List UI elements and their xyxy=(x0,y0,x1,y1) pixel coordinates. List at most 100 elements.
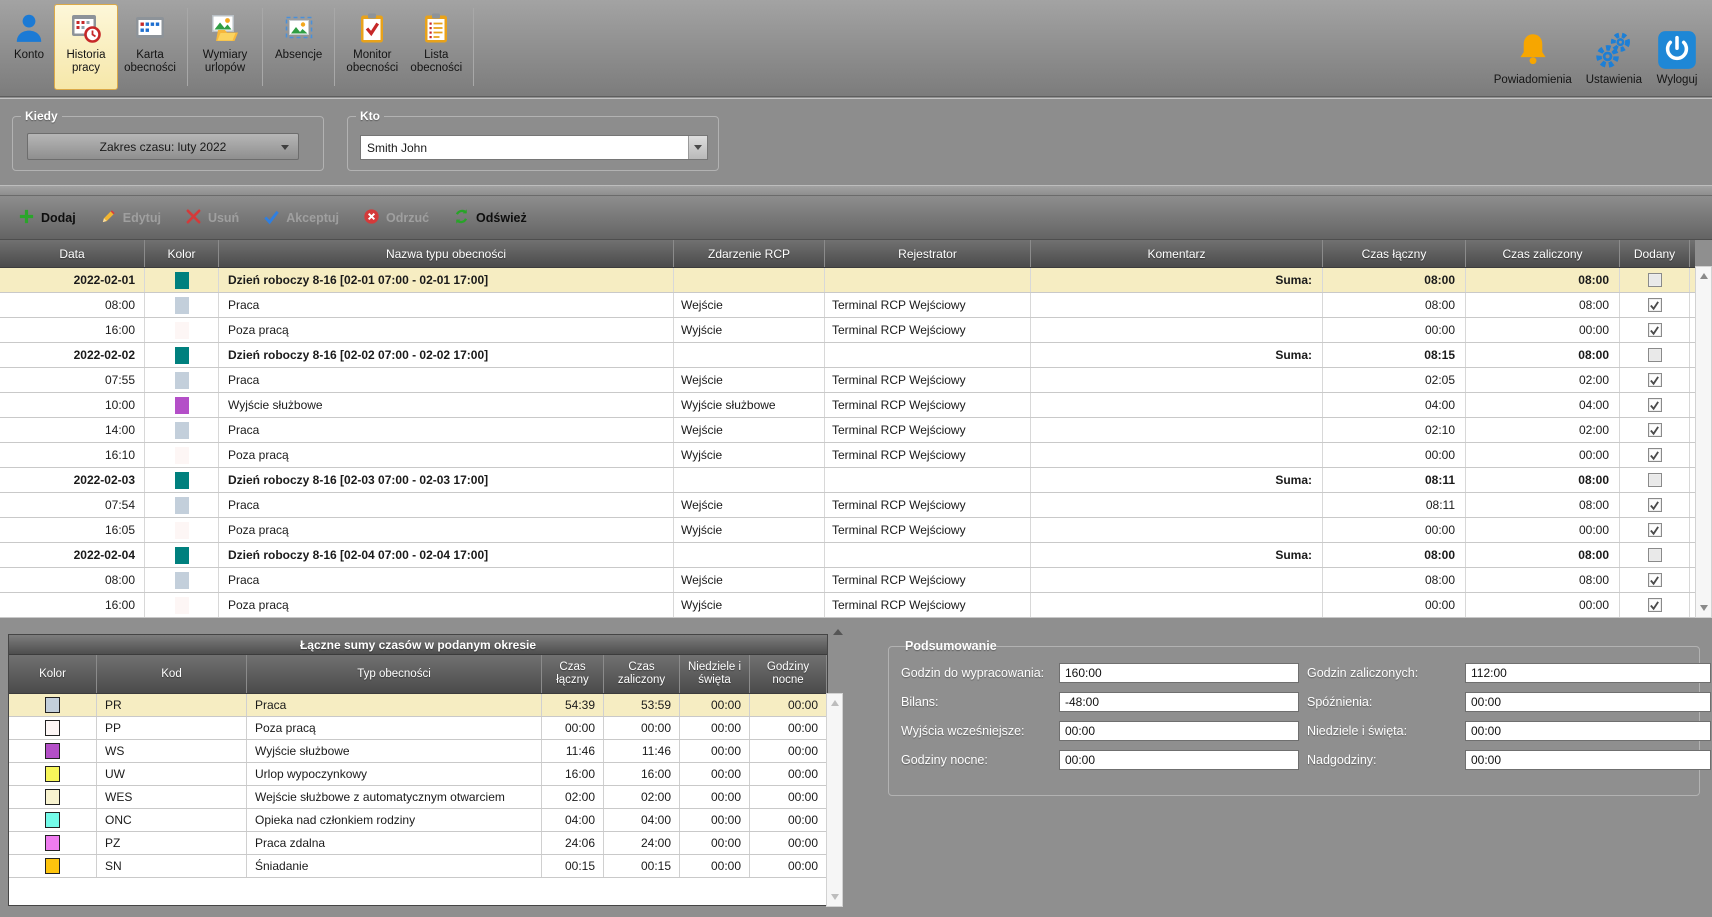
dodany-checkbox[interactable] xyxy=(1648,473,1662,487)
cell-nazwa-typu-obecnosci: Dzień roboczy 8-16 [02-03 07:00 - 02-03 … xyxy=(219,468,674,492)
dodany-checkbox[interactable] xyxy=(1648,598,1662,612)
cell-niedziele-i-swieta: 00:00 xyxy=(680,786,750,808)
totals-row[interactable]: WSWyjście służbowe11:4611:4600:0000:00 xyxy=(9,740,827,763)
pane-splitter-handle[interactable] xyxy=(833,629,843,635)
dodany-checkbox[interactable] xyxy=(1648,323,1662,337)
field-input-godziny-nocne[interactable] xyxy=(1059,750,1299,770)
cell-kod: PP xyxy=(97,717,247,739)
field-input-niedziele-i-swieta[interactable] xyxy=(1465,721,1711,741)
attendance-entry-row[interactable]: 14:00PracaWejścieTerminal RCP Wejściowy0… xyxy=(0,418,1695,443)
column-header-zdarzenie-rcp[interactable]: Zdarzenie RCP xyxy=(674,240,825,267)
dodany-checkbox[interactable] xyxy=(1648,423,1662,437)
field-input-godzin-do-wypracowania[interactable] xyxy=(1059,663,1299,683)
color-swatch[interactable] xyxy=(45,766,60,782)
totals-row[interactable]: PRPraca54:3953:5900:0000:00 xyxy=(9,694,827,717)
totals-table-scrollbar[interactable] xyxy=(826,693,843,907)
attendance-day-row[interactable]: 2022-02-03Dzień roboczy 8-16 [02-03 07:0… xyxy=(0,468,1695,493)
toolbar-button-monitor-obecnosci[interactable]: Monitor obecności xyxy=(340,4,404,90)
toolbar-button-lista-obecnosci[interactable]: Lista obecności xyxy=(404,4,468,90)
column-header-kod[interactable]: Kod xyxy=(97,655,247,693)
field-input-wyjscia-wczesniejsze[interactable] xyxy=(1059,721,1299,741)
dodany-checkbox[interactable] xyxy=(1648,348,1662,362)
employee-value: Smith John xyxy=(361,141,688,155)
column-header-nazwa-typu-obecnosci[interactable]: Nazwa typu obecności xyxy=(219,240,674,267)
dodany-checkbox[interactable] xyxy=(1648,373,1662,387)
column-header-kolor[interactable]: Kolor xyxy=(9,655,97,693)
toolbar-button-wyloguj[interactable]: Wyloguj xyxy=(1652,27,1702,89)
toolbar-button-powiadomienia[interactable]: Powiadomienia xyxy=(1490,27,1576,89)
combobox-dropdown-button[interactable] xyxy=(688,136,707,159)
column-header-niedziele-i-swieta[interactable]: Niedziele i święta xyxy=(680,655,750,693)
totals-row[interactable]: WESWejście służbowe z automatycznym otwa… xyxy=(9,786,827,809)
color-swatch[interactable] xyxy=(45,789,60,805)
dodany-checkbox[interactable] xyxy=(1648,573,1662,587)
toolbar-button-absencje[interactable]: Absencje xyxy=(268,4,329,90)
attendance-entry-row[interactable]: 16:10Poza pracąWyjścieTerminal RCP Wejśc… xyxy=(0,443,1695,468)
field-input-nadgodziny[interactable] xyxy=(1465,750,1711,770)
scroll-up-icon[interactable] xyxy=(831,700,839,706)
main-table-scrollbar[interactable] xyxy=(1695,266,1712,618)
color-swatch[interactable] xyxy=(45,720,60,736)
dodany-checkbox[interactable] xyxy=(1648,273,1662,287)
column-header-dodany[interactable]: Dodany xyxy=(1620,240,1690,267)
field-input-spoznienia[interactable] xyxy=(1465,692,1711,712)
toolbar-button-konto[interactable]: Konto xyxy=(4,4,54,90)
kiedy-fieldset: Kiedy Zakres czasu: luty 2022 xyxy=(12,109,324,171)
totals-row[interactable]: ONCOpieka nad członkiem rodziny04:0004:0… xyxy=(9,809,827,832)
cell-czas-laczny: 02:05 xyxy=(1323,368,1466,392)
column-header-czas-laczny[interactable]: Czas łączny xyxy=(542,655,604,693)
cell-zdarzenie-rcp: Wyjście xyxy=(674,593,825,617)
attendance-entry-row[interactable]: 16:05Poza pracąWyjścieTerminal RCP Wejśc… xyxy=(0,518,1695,543)
field-input-godzin-zaliczonych[interactable] xyxy=(1465,663,1711,683)
scroll-down-icon[interactable] xyxy=(831,894,839,900)
totals-row[interactable]: PPPoza pracą00:0000:0000:0000:00 xyxy=(9,717,827,740)
color-swatch[interactable] xyxy=(45,697,60,713)
attendance-day-row[interactable]: 2022-02-04Dzień roboczy 8-16 [02-04 07:0… xyxy=(0,543,1695,568)
dodany-checkbox[interactable] xyxy=(1648,448,1662,462)
dodany-checkbox[interactable] xyxy=(1648,548,1662,562)
attendance-entry-row[interactable]: 08:00PracaWejścieTerminal RCP Wejściowy0… xyxy=(0,568,1695,593)
column-header-godziny-nocne[interactable]: Godziny nocne xyxy=(750,655,827,693)
attendance-entry-row[interactable]: 16:00Poza pracąWyjścieTerminal RCP Wejśc… xyxy=(0,593,1695,618)
action-button-odswiez[interactable]: Odśwież xyxy=(443,203,537,233)
column-header-czas-zaliczony[interactable]: Czas zaliczony xyxy=(1466,240,1620,267)
color-swatch[interactable] xyxy=(45,858,60,874)
attendance-entry-row[interactable]: 10:00Wyjście służboweWyjście służboweTer… xyxy=(0,393,1695,418)
cell-kod: ONC xyxy=(97,809,247,831)
totals-row[interactable]: SNŚniadanie00:1500:1500:0000:00 xyxy=(9,855,827,878)
cell-kolor xyxy=(9,832,97,854)
column-header-data[interactable]: Data xyxy=(0,240,145,267)
color-swatch[interactable] xyxy=(45,835,60,851)
cell-kolor xyxy=(145,393,219,417)
column-header-czas-zaliczony[interactable]: Czas zaliczony xyxy=(604,655,680,693)
scroll-down-icon[interactable] xyxy=(1700,605,1708,611)
attendance-entry-row[interactable]: 07:54PracaWejścieTerminal RCP Wejściowy0… xyxy=(0,493,1695,518)
color-swatch[interactable] xyxy=(45,743,60,759)
color-swatch[interactable] xyxy=(45,812,60,828)
dodany-checkbox[interactable] xyxy=(1648,523,1662,537)
column-header-czas-laczny[interactable]: Czas łączny xyxy=(1323,240,1466,267)
column-header-rejestrator[interactable]: Rejestrator xyxy=(825,240,1031,267)
scroll-up-icon[interactable] xyxy=(1700,273,1708,279)
column-header-kolor[interactable]: Kolor xyxy=(145,240,219,267)
dodany-checkbox[interactable] xyxy=(1648,398,1662,412)
dodany-checkbox[interactable] xyxy=(1648,298,1662,312)
attendance-entry-row[interactable]: 08:00PracaWejścieTerminal RCP Wejściowy0… xyxy=(0,293,1695,318)
attendance-entry-row[interactable]: 07:55PracaWejścieTerminal RCP Wejściowy0… xyxy=(0,368,1695,393)
column-header-typ-obecnosci[interactable]: Typ obecności xyxy=(247,655,542,693)
attendance-day-row[interactable]: 2022-02-02Dzień roboczy 8-16 [02-02 07:0… xyxy=(0,343,1695,368)
time-range-dropdown[interactable]: Zakres czasu: luty 2022 xyxy=(27,133,299,160)
dodany-checkbox[interactable] xyxy=(1648,498,1662,512)
column-header-komentarz[interactable]: Komentarz xyxy=(1031,240,1323,267)
action-button-dodaj[interactable]: Dodaj xyxy=(8,203,86,233)
field-input-bilans[interactable] xyxy=(1059,692,1299,712)
employee-combobox[interactable]: Smith John xyxy=(360,135,708,160)
toolbar-button-wymiary-urlopow[interactable]: Wymiary urlopów xyxy=(193,4,257,90)
attendance-entry-row[interactable]: 16:00Poza pracąWyjścieTerminal RCP Wejśc… xyxy=(0,318,1695,343)
toolbar-button-karta-obecnosci[interactable]: Karta obecności xyxy=(118,4,182,90)
attendance-day-row[interactable]: 2022-02-01Dzień roboczy 8-16 [02-01 07:0… xyxy=(0,268,1695,293)
totals-row[interactable]: PZPraca zdalna24:0624:0000:0000:00 xyxy=(9,832,827,855)
toolbar-button-historia-pracy[interactable]: Historia pracy xyxy=(54,4,118,90)
toolbar-button-ustawienia[interactable]: Ustawienia xyxy=(1582,27,1646,89)
totals-row[interactable]: UWUrlop wypoczynkowy16:0016:0000:0000:00 xyxy=(9,763,827,786)
